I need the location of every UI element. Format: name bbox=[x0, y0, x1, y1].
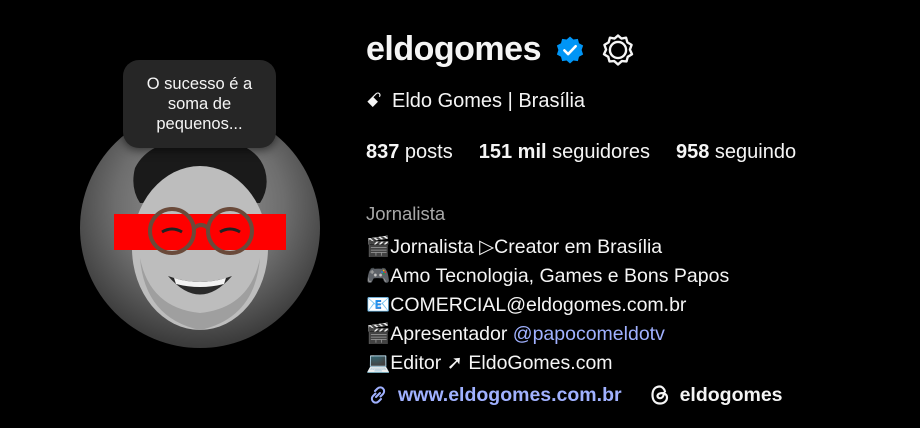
posts-stat[interactable]: 837 posts bbox=[366, 141, 453, 164]
settings-gear-icon[interactable] bbox=[601, 33, 635, 67]
threads-icon bbox=[650, 385, 668, 405]
followers-count: 151 mil bbox=[478, 141, 547, 163]
following-count: 958 bbox=[675, 141, 710, 163]
verified-badge-icon bbox=[556, 36, 584, 63]
posts-count: 837 bbox=[366, 141, 400, 163]
posts-label: posts bbox=[399, 141, 453, 163]
full-name: Eldo Gomes | Brasília bbox=[391, 90, 586, 112]
profile-bio: 🎬Jornalista ▷Creator em Brasília 🎮Amo Te… bbox=[366, 233, 729, 378]
bio-line: 🎬Jornalista ▷Creator em Brasília bbox=[366, 236, 663, 258]
bio-line: 🎮Amo Tecnologia, Games e Bons Papos bbox=[366, 265, 730, 287]
followers-label: seguidores bbox=[546, 141, 650, 163]
bio-line: 📧COMERCIAL@eldogomes.com.br bbox=[366, 294, 687, 316]
followers-stat[interactable]: 151 mil seguidores bbox=[479, 141, 650, 164]
mention-link[interactable]: @papocomeldotv bbox=[513, 323, 665, 345]
threads-link[interactable]: eldogomes bbox=[648, 383, 783, 407]
website-url: www.eldogomes.com.br bbox=[398, 383, 622, 406]
bio-line-text: 🎬Apresentador bbox=[366, 323, 513, 345]
username: eldogomes bbox=[366, 30, 541, 68]
full-name-row: ꗃ Eldo Gomes | Brasília bbox=[366, 90, 585, 113]
profile-category: Jornalista bbox=[366, 203, 446, 224]
website-link[interactable]: www.eldogomes.com.br bbox=[366, 383, 622, 407]
profile-stats: 837 posts 151 mil seguidores 958 seguind… bbox=[366, 141, 822, 164]
threads-handle: eldogomes bbox=[679, 383, 783, 406]
following-stat[interactable]: 958 seguindo bbox=[676, 141, 796, 164]
note-bubble[interactable]: O sucesso é a soma de pequenos... bbox=[123, 60, 276, 148]
bio-line: 🎬Apresentador @papocomeldotv bbox=[366, 320, 729, 349]
link-icon bbox=[370, 386, 386, 404]
profile-links: www.eldogomes.com.br eldogomes bbox=[366, 383, 783, 407]
name-glyph-icon: ꗃ bbox=[366, 90, 382, 112]
bio-line: 💻Editor ➚ EldoGomes.com bbox=[366, 352, 613, 374]
following-label: seguindo bbox=[709, 141, 797, 163]
username-row: eldogomes bbox=[366, 30, 635, 69]
